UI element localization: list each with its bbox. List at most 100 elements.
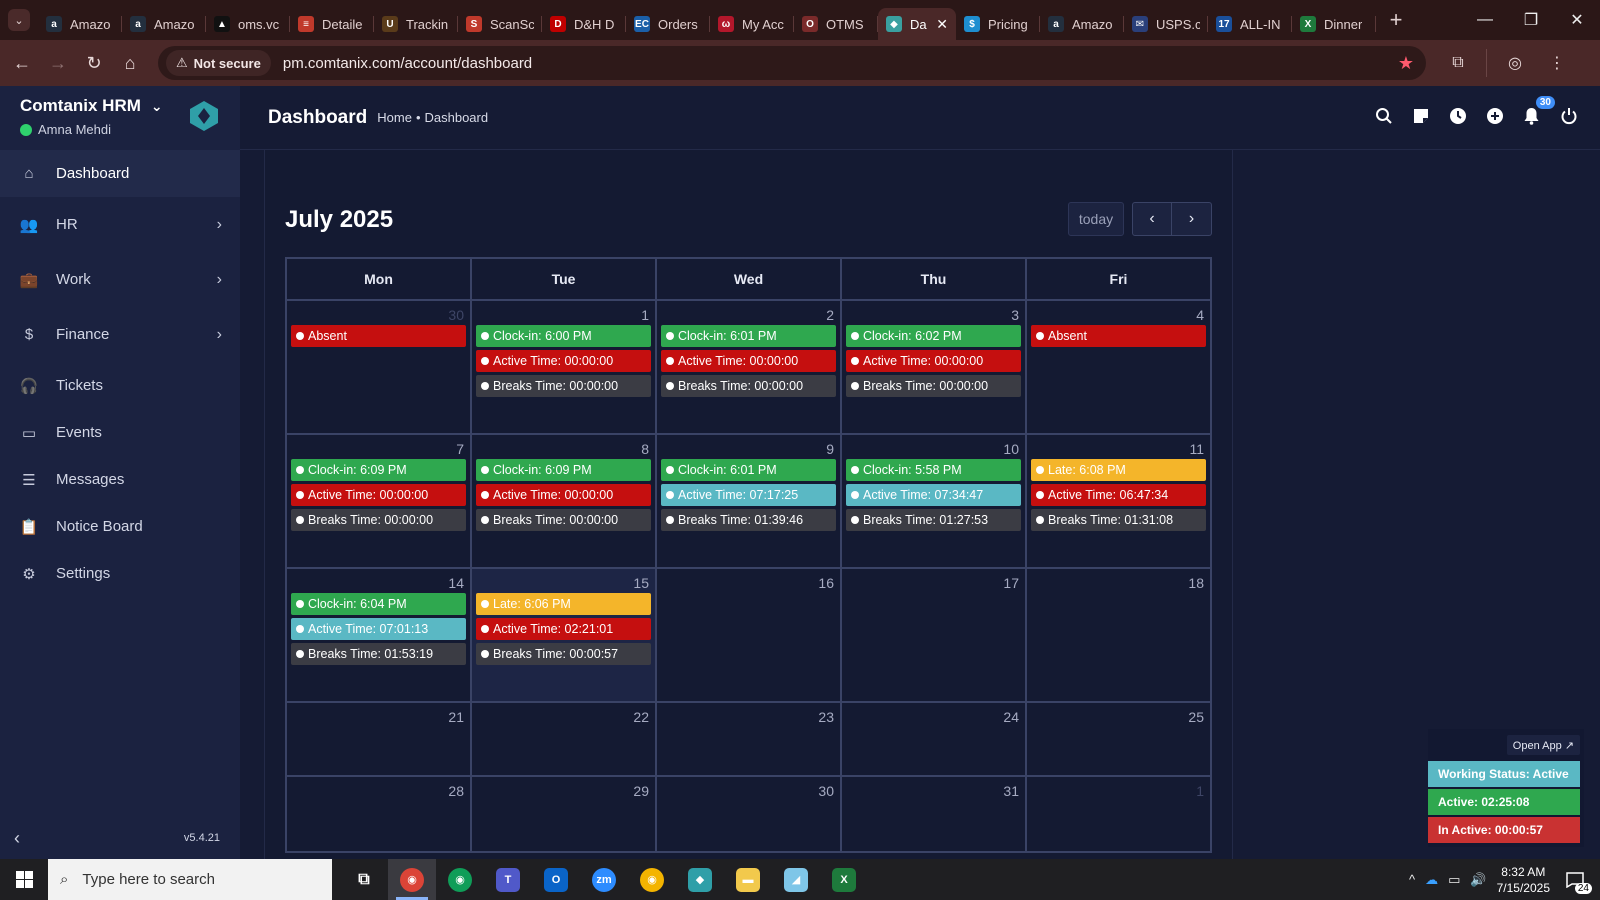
attendance-event[interactable]: Breaks Time: 01:31:08 (1031, 509, 1206, 531)
calendar-day-cell[interactable]: 30 Absent (287, 301, 472, 433)
browser-tab[interactable]: S ScanSc (458, 8, 542, 40)
taskbar-search[interactable]: ⌕ Type here to search (48, 859, 332, 900)
attendance-event[interactable]: Clock-in: 6:00 PM (476, 325, 651, 347)
calendar-day-cell[interactable]: 17 (842, 569, 1027, 701)
collapse-sidebar-icon[interactable]: ‹ (14, 828, 20, 849)
prev-month-button[interactable]: ‹ (1132, 202, 1172, 236)
calendar-day-cell[interactable]: 24 (842, 703, 1027, 775)
browser-tab[interactable]: ω My Acc (710, 8, 794, 40)
browser-tab[interactable]: EC Orders (626, 8, 710, 40)
calendar-day-cell[interactable]: 18 (1027, 569, 1210, 701)
close-tab-icon[interactable]: ✕ (936, 16, 948, 33)
browser-tab[interactable]: ✉ USPS.c (1124, 8, 1208, 40)
calendar-day-cell[interactable]: 9 Clock-in: 6:01 PM Active Time: 07:17:25 B… (657, 435, 842, 567)
attendance-event[interactable]: Active Time: 06:47:34 (1031, 484, 1206, 506)
outlook-taskbar-icon[interactable]: O (532, 859, 580, 900)
network-icon[interactable]: ▭ (1448, 872, 1460, 888)
comtanix-taskbar-icon[interactable]: ◆ (676, 859, 724, 900)
address-bar[interactable]: ⚠ Not secure pm.comtanix.com/account/das… (158, 46, 1426, 80)
breadcrumb-home[interactable]: Home (377, 110, 412, 125)
bell-icon[interactable]: 30 (1520, 96, 1555, 127)
sticky-note-icon[interactable] (1409, 104, 1432, 127)
profile-icon[interactable]: ◎ (1501, 49, 1529, 77)
attendance-event[interactable]: Breaks Time: 00:00:00 (846, 375, 1021, 397)
calendar-day-cell[interactable]: 30 (657, 777, 842, 851)
restore-icon[interactable]: ❐ (1508, 0, 1554, 40)
calendar-day-cell[interactable]: 23 (657, 703, 842, 775)
file-explorer-taskbar-icon[interactable]: ▬ (724, 859, 772, 900)
browser-tab[interactable]: D D&H D (542, 8, 626, 40)
calendar-day-cell[interactable]: 11 Late: 6:08 PM Active Time: 06:47:34 Brea… (1027, 435, 1210, 567)
attendance-event[interactable]: Active Time: 00:00:00 (476, 350, 651, 372)
browser-tab[interactable]: a Amazo (122, 8, 206, 40)
calendar-day-cell[interactable]: 3 Clock-in: 6:02 PM Active Time: 00:00:00 B… (842, 301, 1027, 433)
attendance-event[interactable]: Absent (291, 325, 466, 347)
open-app-button[interactable]: Open App ↗ (1506, 735, 1580, 755)
new-tab-button[interactable]: + (1380, 4, 1412, 36)
zoom-taskbar-icon[interactable]: zm (580, 859, 628, 900)
tab-search-button[interactable]: ⌄ (0, 0, 38, 40)
browser-tab[interactable]: a Amazo (38, 8, 122, 40)
calendar-day-cell[interactable]: 16 (657, 569, 842, 701)
system-clock[interactable]: 8:32 AM 7/15/2025 (1497, 864, 1550, 896)
attendance-event[interactable]: Breaks Time: 01:27:53 (846, 509, 1021, 531)
attendance-event[interactable]: Active Time: 00:00:00 (846, 350, 1021, 372)
attendance-event[interactable]: Absent (1031, 325, 1206, 347)
browser-tab[interactable]: $ Pricing (956, 8, 1040, 40)
power-icon[interactable] (1557, 104, 1580, 127)
start-button[interactable] (0, 859, 48, 900)
notepad-taskbar-icon[interactable]: ◢ (772, 859, 820, 900)
attendance-event[interactable]: Active Time: 07:34:47 (846, 484, 1021, 506)
sidebar-item-messages[interactable]: ☰ Messages (0, 456, 240, 503)
browser-menu-icon[interactable]: ⋮ (1543, 49, 1571, 77)
attendance-event[interactable]: Active Time: 00:00:00 (476, 484, 651, 506)
home-button[interactable]: ⌂ (112, 45, 148, 81)
attendance-event[interactable]: Late: 6:06 PM (476, 593, 651, 615)
back-button[interactable]: ← (4, 45, 40, 81)
attendance-event[interactable]: Clock-in: 6:09 PM (291, 459, 466, 481)
attendance-event[interactable]: Breaks Time: 01:53:19 (291, 643, 466, 665)
calendar-day-cell[interactable]: 2 Clock-in: 6:01 PM Active Time: 00:00:00 B… (657, 301, 842, 433)
sidebar-item-dashboard[interactable]: ⌂ Dashboard (0, 150, 240, 197)
attendance-event[interactable]: Clock-in: 6:01 PM (661, 459, 836, 481)
teams-taskbar-icon[interactable]: T (484, 859, 532, 900)
browser-tab[interactable]: ≡ Detaile (290, 8, 374, 40)
bookmark-star-icon[interactable]: ★ (1398, 53, 1414, 74)
calendar-day-cell[interactable]: 31 (842, 777, 1027, 851)
calendar-day-cell[interactable]: 7 Clock-in: 6:09 PM Active Time: 00:00:00 B… (287, 435, 472, 567)
browser-tab[interactable]: 17 ALL-IN (1208, 8, 1292, 40)
calendar-day-cell[interactable]: 10 Clock-in: 5:58 PM Active Time: 07:34:47… (842, 435, 1027, 567)
calendar-day-cell[interactable]: 1 Clock-in: 6:00 PM Active Time: 00:00:00 B… (472, 301, 657, 433)
calendar-day-cell[interactable]: 25 (1027, 703, 1210, 775)
reload-button[interactable]: ↻ (76, 45, 112, 81)
attendance-event[interactable]: Active Time: 00:00:00 (291, 484, 466, 506)
attendance-event[interactable]: Breaks Time: 01:39:46 (661, 509, 836, 531)
attendance-event[interactable]: Active Time: 07:01:13 (291, 618, 466, 640)
attendance-event[interactable]: Clock-in: 6:01 PM (661, 325, 836, 347)
sidebar-item-work[interactable]: 💼 Work › (0, 252, 240, 307)
close-window-icon[interactable]: ✕ (1554, 0, 1600, 40)
chevron-up-icon[interactable]: ^ (1409, 872, 1415, 887)
sidebar-item-notice-board[interactable]: 📋 Notice Board (0, 503, 240, 550)
clock-icon[interactable] (1446, 104, 1469, 127)
add-circle-icon[interactable] (1483, 104, 1506, 127)
browser-tab[interactable]: ◆ Da ✕ (878, 8, 956, 40)
calendar-day-cell[interactable]: 4 Absent (1027, 301, 1210, 433)
browser-tab[interactable]: X Dinner (1292, 8, 1376, 40)
sidebar-item-settings[interactable]: ⚙ Settings (0, 550, 240, 597)
attendance-event[interactable]: Breaks Time: 00:00:00 (476, 509, 651, 531)
attendance-event[interactable]: Clock-in: 5:58 PM (846, 459, 1021, 481)
volume-icon[interactable]: 🔊 (1470, 872, 1486, 888)
search-icon[interactable] (1372, 104, 1395, 127)
forward-button[interactable]: → (40, 45, 76, 81)
onedrive-icon[interactable]: ☁ (1425, 872, 1438, 888)
browser-tab[interactable]: O OTMS (794, 8, 878, 40)
calendar-day-cell[interactable]: 15 Late: 6:06 PM Active Time: 02:21:01 Brea… (472, 569, 657, 701)
calendar-day-cell[interactable]: 8 Clock-in: 6:09 PM Active Time: 00:00:00 B… (472, 435, 657, 567)
attendance-event[interactable]: Clock-in: 6:04 PM (291, 593, 466, 615)
site-info-button[interactable]: ⚠ Not secure (166, 50, 271, 76)
sidebar-item-hr[interactable]: 👥 HR › (0, 197, 240, 252)
attendance-event[interactable]: Breaks Time: 00:00:00 (476, 375, 651, 397)
calendar-day-cell[interactable]: 21 (287, 703, 472, 775)
attendance-event[interactable]: Breaks Time: 00:00:00 (661, 375, 836, 397)
